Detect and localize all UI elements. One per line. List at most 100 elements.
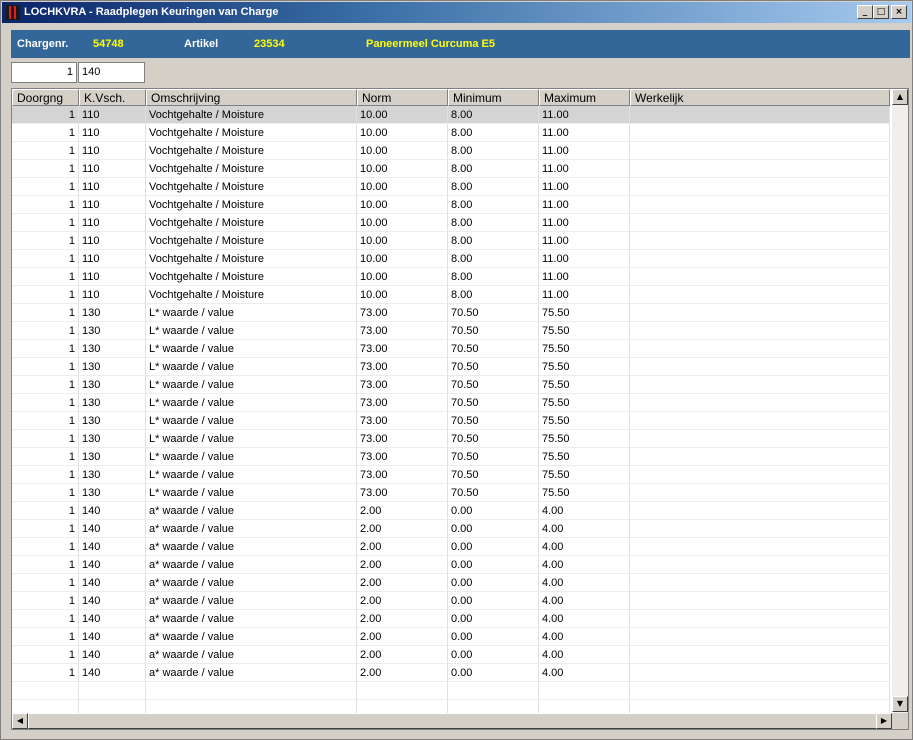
cell-doorgang[interactable]: 1 bbox=[12, 376, 79, 394]
cell-omschrijving[interactable]: L* waarde / value bbox=[146, 448, 357, 466]
cell-doorgang[interactable]: 1 bbox=[12, 106, 79, 124]
cell-doorgang[interactable]: 1 bbox=[12, 520, 79, 538]
cell-doorgang[interactable]: 1 bbox=[12, 412, 79, 430]
cell-maximum[interactable]: 4.00 bbox=[539, 610, 630, 628]
vertical-scrollbar[interactable]: ▲ ▼ bbox=[892, 89, 908, 713]
cell-maximum[interactable]: 4.00 bbox=[539, 520, 630, 538]
cell-norm[interactable]: 2.00 bbox=[357, 592, 448, 610]
column-header-omschrijving[interactable]: Omschrijving bbox=[146, 89, 357, 106]
cell-doorgang[interactable]: 1 bbox=[12, 556, 79, 574]
cell-kvsch[interactable]: 130 bbox=[79, 448, 146, 466]
column-header-maximum[interactable]: Maximum bbox=[539, 89, 630, 106]
title-bar[interactable]: LOCHKVRA - Raadplegen Keuringen van Char… bbox=[2, 2, 911, 23]
cell-doorgang[interactable]: 1 bbox=[12, 484, 79, 502]
cell-doorgang[interactable]: 1 bbox=[12, 538, 79, 556]
cell-kvsch[interactable]: 140 bbox=[79, 574, 146, 592]
cell-omschrijving[interactable]: L* waarde / value bbox=[146, 340, 357, 358]
cell-minimum[interactable]: 8.00 bbox=[448, 160, 539, 178]
cell-werkelijk[interactable] bbox=[630, 412, 890, 430]
cell-doorgang[interactable]: 1 bbox=[12, 448, 79, 466]
table-row[interactable]: 1 110 Vochtgehalte / Moisture 10.00 8.00 11.0… bbox=[12, 286, 890, 304]
cell-werkelijk[interactable] bbox=[630, 646, 890, 664]
table-row[interactable]: 1 110 Vochtgehalte / Moisture 10.00 8.00 11.0… bbox=[12, 160, 890, 178]
cell-doorgang[interactable]: 1 bbox=[12, 664, 79, 682]
column-header-doorgang[interactable]: Doorgng bbox=[12, 89, 79, 106]
cell-omschrijving[interactable]: L* waarde / value bbox=[146, 484, 357, 502]
cell-minimum[interactable]: 70.50 bbox=[448, 304, 539, 322]
scroll-down-button[interactable]: ▼ bbox=[892, 696, 908, 712]
cell-minimum[interactable]: 0.00 bbox=[448, 628, 539, 646]
close-button[interactable]: × bbox=[891, 5, 907, 19]
cell-maximum[interactable]: 11.00 bbox=[539, 142, 630, 160]
cell-norm[interactable]: 10.00 bbox=[357, 160, 448, 178]
cell-minimum[interactable]: 70.50 bbox=[448, 466, 539, 484]
cell-norm[interactable]: 2.00 bbox=[357, 646, 448, 664]
cell-werkelijk[interactable] bbox=[630, 376, 890, 394]
cell-omschrijving[interactable]: a* waarde / value bbox=[146, 628, 357, 646]
cell-norm[interactable]: 10.00 bbox=[357, 214, 448, 232]
cell-norm[interactable]: 73.00 bbox=[357, 358, 448, 376]
cell-minimum[interactable]: 8.00 bbox=[448, 178, 539, 196]
cell-doorgang[interactable]: 1 bbox=[12, 160, 79, 178]
cell-omschrijving[interactable]: Vochtgehalte / Moisture bbox=[146, 106, 357, 124]
table-row[interactable]: 1 130 L* waarde / value 73.00 70.50 75.50 bbox=[12, 304, 890, 322]
cell-omschrijving[interactable]: a* waarde / value bbox=[146, 538, 357, 556]
cell-maximum[interactable]: 11.00 bbox=[539, 286, 630, 304]
cell-norm[interactable]: 2.00 bbox=[357, 556, 448, 574]
cell-werkelijk[interactable] bbox=[630, 286, 890, 304]
cell-werkelijk[interactable] bbox=[630, 322, 890, 340]
cell-minimum[interactable]: 70.50 bbox=[448, 376, 539, 394]
cell-werkelijk[interactable] bbox=[630, 592, 890, 610]
cell-omschrijving[interactable]: L* waarde / value bbox=[146, 358, 357, 376]
cell-minimum[interactable]: 8.00 bbox=[448, 124, 539, 142]
cell-omschrijving[interactable]: Vochtgehalte / Moisture bbox=[146, 286, 357, 304]
table-row[interactable]: 1 140 a* waarde / value 2.00 0.00 4.00 bbox=[12, 610, 890, 628]
cell-werkelijk[interactable] bbox=[630, 628, 890, 646]
cell-norm[interactable]: 73.00 bbox=[357, 430, 448, 448]
table-row[interactable]: 1 130 L* waarde / value 73.00 70.50 75.50 bbox=[12, 358, 890, 376]
cell-kvsch[interactable]: 130 bbox=[79, 358, 146, 376]
cell-minimum[interactable]: 8.00 bbox=[448, 214, 539, 232]
table-row[interactable]: 1 130 L* waarde / value 73.00 70.50 75.50 bbox=[12, 466, 890, 484]
cell-omschrijving[interactable]: Vochtgehalte / Moisture bbox=[146, 196, 357, 214]
maximize-button[interactable]: □ bbox=[873, 5, 889, 19]
cell-norm[interactable]: 73.00 bbox=[357, 394, 448, 412]
cell-maximum[interactable]: 75.50 bbox=[539, 412, 630, 430]
cell-maximum[interactable]: 75.50 bbox=[539, 448, 630, 466]
cell-maximum[interactable]: 11.00 bbox=[539, 160, 630, 178]
cell-omschrijving[interactable]: Vochtgehalte / Moisture bbox=[146, 142, 357, 160]
cell-kvsch[interactable]: 110 bbox=[79, 124, 146, 142]
app-icon[interactable] bbox=[6, 5, 20, 20]
table-row[interactable]: 1 110 Vochtgehalte / Moisture 10.00 8.00 11.0… bbox=[12, 178, 890, 196]
cell-omschrijving[interactable]: a* waarde / value bbox=[146, 574, 357, 592]
cell-kvsch[interactable]: 140 bbox=[79, 628, 146, 646]
cell-minimum[interactable]: 70.50 bbox=[448, 484, 539, 502]
cell-norm[interactable]: 73.00 bbox=[357, 322, 448, 340]
cell-omschrijving[interactable]: Vochtgehalte / Moisture bbox=[146, 214, 357, 232]
cell-doorgang[interactable]: 1 bbox=[12, 268, 79, 286]
cell-maximum[interactable]: 4.00 bbox=[539, 646, 630, 664]
column-header-kvsch[interactable]: K.Vsch. bbox=[79, 89, 146, 106]
cell-norm[interactable]: 73.00 bbox=[357, 484, 448, 502]
cell-kvsch[interactable]: 140 bbox=[79, 664, 146, 682]
cell-norm[interactable]: 2.00 bbox=[357, 664, 448, 682]
cell-kvsch[interactable]: 130 bbox=[79, 304, 146, 322]
cell-maximum[interactable]: 11.00 bbox=[539, 232, 630, 250]
cell-werkelijk[interactable] bbox=[630, 556, 890, 574]
cell-minimum[interactable]: 0.00 bbox=[448, 574, 539, 592]
cell-omschrijving[interactable]: L* waarde / value bbox=[146, 304, 357, 322]
horizontal-scrollbar[interactable]: ◀ ▶ bbox=[12, 713, 892, 729]
table-row[interactable]: 1 110 Vochtgehalte / Moisture 10.00 8.00 11.0… bbox=[12, 232, 890, 250]
cell-werkelijk[interactable] bbox=[630, 466, 890, 484]
cell-norm[interactable]: 73.00 bbox=[357, 376, 448, 394]
cell-doorgang[interactable]: 1 bbox=[12, 142, 79, 160]
cell-werkelijk[interactable] bbox=[630, 448, 890, 466]
cell-werkelijk[interactable] bbox=[630, 484, 890, 502]
cell-norm[interactable]: 10.00 bbox=[357, 286, 448, 304]
cell-werkelijk[interactable] bbox=[630, 538, 890, 556]
cell-doorgang[interactable]: 1 bbox=[12, 430, 79, 448]
cell-kvsch[interactable]: 110 bbox=[79, 268, 146, 286]
cell-maximum[interactable]: 4.00 bbox=[539, 664, 630, 682]
column-header-minimum[interactable]: Minimum bbox=[448, 89, 539, 106]
cell-minimum[interactable]: 70.50 bbox=[448, 448, 539, 466]
